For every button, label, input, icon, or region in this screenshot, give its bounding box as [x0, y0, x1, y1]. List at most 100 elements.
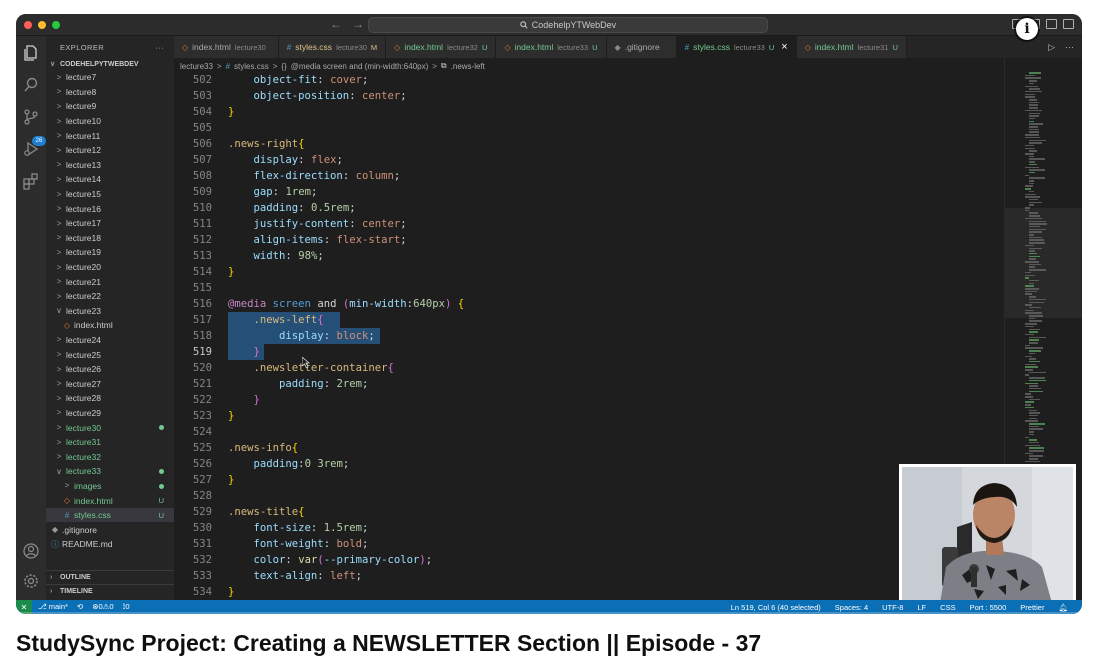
language-mode[interactable]: CSS [940, 603, 955, 612]
tree-item[interactable]: > lecture28 [46, 391, 174, 406]
root-folder[interactable]: ∨ CODEHELPYTWEBDEV [46, 58, 174, 70]
tree-item[interactable]: ◇ index.html [46, 318, 174, 333]
code-editor[interactable]: 502 object-fit: cover; 503 object-positio… [174, 74, 1004, 600]
notifications-icon[interactable]: 🔔︎ [1058, 603, 1068, 612]
forward-arrow-icon[interactable]: → [352, 17, 364, 31]
ports-status[interactable]: ⟟0 [123, 602, 130, 612]
tree-item[interactable]: ⓘ README.md [46, 537, 174, 552]
editor-tab[interactable]: ◇ index.html lecture33 U [496, 36, 607, 58]
run-file-icon[interactable]: ▷ [1048, 42, 1055, 53]
tree-item[interactable]: > lecture22 [46, 289, 174, 304]
account-icon[interactable] [22, 542, 40, 560]
code-line[interactable]: 514} [174, 264, 1004, 280]
tree-item[interactable]: > lecture7 [46, 70, 174, 85]
code-line[interactable]: 533 text-align: left; [174, 568, 1004, 584]
code-line[interactable]: 515 [174, 280, 1004, 296]
outline-section[interactable]: › OUTLINE [46, 570, 174, 584]
code-line[interactable]: 507 display: flex; [174, 152, 1004, 168]
tree-item[interactable]: > lecture8 [46, 85, 174, 100]
video-title[interactable]: StudySync Project: Creating a NEWSLETTER… [16, 630, 761, 657]
code-line[interactable]: 517 .news-left{ [174, 312, 1004, 328]
cursor-position[interactable]: Ln 519, Col 6 (40 selected) [731, 603, 821, 612]
minimize-window-icon[interactable] [38, 21, 46, 29]
tree-item[interactable]: > lecture20 [46, 260, 174, 275]
breadcrumb-scope[interactable]: @media screen and (min-width:640px) [291, 62, 429, 71]
code-line[interactable]: 506 .news-right{ [174, 136, 1004, 152]
sync-icon[interactable]: ⟲ [77, 602, 83, 612]
code-line[interactable]: 505 [174, 120, 1004, 136]
branch-status[interactable]: ⎇ main* [38, 602, 68, 612]
code-line[interactable]: 532 color: var(--primary-color); [174, 552, 1004, 568]
code-line[interactable]: 522 } [174, 392, 1004, 408]
code-line[interactable]: 521 padding: 2rem; [174, 376, 1004, 392]
tree-item[interactable]: > lecture18 [46, 231, 174, 246]
code-line[interactable]: 513 width: 98%; [174, 248, 1004, 264]
code-line[interactable]: 503 object-position: center; [174, 88, 1004, 104]
tree-item[interactable]: > lecture10 [46, 114, 174, 129]
prettier-status[interactable]: Prettier [1020, 603, 1044, 612]
code-line[interactable]: 523} [174, 408, 1004, 424]
code-line[interactable]: 519 } [174, 344, 1004, 360]
tree-item[interactable]: # styles.css U [46, 507, 174, 523]
tree-item[interactable]: ◆ .gitignore [46, 522, 174, 537]
indentation[interactable]: Spaces: 4 [835, 603, 868, 612]
video-player[interactable]: ← → CodehelpYTWebDev 26 EXPLORER ··· ∨ C… [16, 14, 1082, 614]
code-line[interactable]: 528 [174, 488, 1004, 504]
command-center-search[interactable]: CodehelpYTWebDev [368, 17, 768, 33]
code-line[interactable]: 512 align-items: flex-start; [174, 232, 1004, 248]
tree-item[interactable]: > lecture25 [46, 347, 174, 362]
code-line[interactable]: 529 .news-title{ [174, 504, 1004, 520]
tree-item[interactable]: > lecture12 [46, 143, 174, 158]
tree-item[interactable]: ∨ lecture23 [46, 304, 174, 319]
tree-item[interactable]: ∨ lecture33 [46, 464, 174, 479]
extensions-icon[interactable] [22, 172, 40, 190]
toggle-secondary-sidebar-icon[interactable] [1046, 19, 1057, 29]
close-window-icon[interactable] [24, 21, 32, 29]
tree-item[interactable]: > lecture31 [46, 435, 174, 450]
tree-item[interactable]: > lecture9 [46, 99, 174, 114]
tree-item[interactable]: > lecture29 [46, 406, 174, 421]
search-icon[interactable] [22, 76, 40, 94]
code-line[interactable]: 527} [174, 472, 1004, 488]
tree-item[interactable]: > lecture13 [46, 158, 174, 173]
files-icon[interactable] [22, 44, 40, 62]
code-line[interactable]: 524 [174, 424, 1004, 440]
tree-item[interactable]: > lecture21 [46, 274, 174, 289]
tree-item[interactable]: > lecture14 [46, 172, 174, 187]
code-line[interactable]: 504} [174, 104, 1004, 120]
encoding[interactable]: UTF-8 [882, 603, 903, 612]
source-control-icon[interactable] [22, 108, 40, 126]
gear-icon[interactable] [22, 572, 40, 590]
problems-status[interactable]: ⊗0⚠0 [92, 602, 113, 612]
editor-tab[interactable]: ◇ index.html lecture30 [174, 36, 279, 58]
live-server-port[interactable]: Port : 5500 [970, 603, 1007, 612]
run-debug-icon[interactable] [22, 140, 40, 158]
code-line[interactable]: 510 padding: 0.5rem; [174, 200, 1004, 216]
code-line[interactable]: 525 .news-info{ [174, 440, 1004, 456]
code-line[interactable]: 509 gap: 1rem; [174, 184, 1004, 200]
code-line[interactable]: 516 @media screen and (min-width:640px) { [174, 296, 1004, 312]
tree-item[interactable]: > lecture16 [46, 201, 174, 216]
code-line[interactable]: 502 object-fit: cover; [174, 72, 1004, 88]
code-line[interactable]: 526 padding:0 3rem; [174, 456, 1004, 472]
tree-item[interactable]: ◇ index.html U [46, 493, 174, 508]
editor-tab[interactable]: ◇ index.html lecture31 U [796, 36, 907, 58]
more-actions-icon[interactable]: ··· [155, 43, 164, 52]
close-tab-icon[interactable]: × [781, 41, 787, 53]
tree-item[interactable]: > lecture15 [46, 187, 174, 202]
code-line[interactable]: 520 .newsletter-container{ [174, 360, 1004, 376]
tree-item[interactable]: > lecture32 [46, 449, 174, 464]
customize-layout-icon[interactable] [1063, 19, 1074, 29]
tree-item[interactable]: > lecture24 [46, 333, 174, 348]
editor-tab[interactable]: ◆ .gitignore [606, 36, 677, 58]
code-line[interactable]: 530 font-size: 1.5rem; [174, 520, 1004, 536]
tree-item[interactable]: > images [46, 479, 174, 494]
maximize-window-icon[interactable] [52, 21, 60, 29]
editor-tab[interactable]: ◇ index.html lecture32 U [386, 36, 497, 58]
editor-tab[interactable]: # styles.css lecture33 U × [676, 36, 797, 58]
back-arrow-icon[interactable]: ← [330, 17, 342, 31]
code-line[interactable]: 534} [174, 584, 1004, 600]
editor-tab[interactable]: # styles.css lecture30 M [278, 36, 387, 58]
tree-item[interactable]: > lecture17 [46, 216, 174, 231]
tree-item[interactable]: > lecture19 [46, 245, 174, 260]
